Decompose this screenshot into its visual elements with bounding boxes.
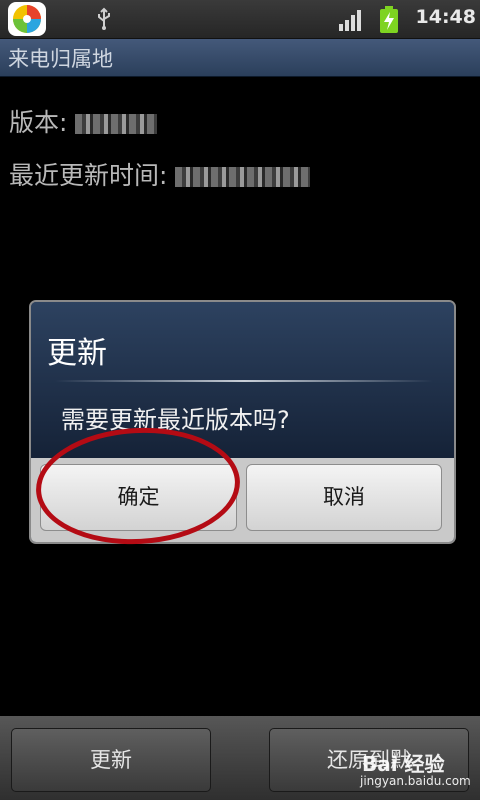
dialog-divider xyxy=(55,380,433,382)
bottom-action-bar: 更新 还原到默 xyxy=(0,716,480,800)
dialog-button-bar: 确定 取消 xyxy=(31,458,454,542)
battery-charging-icon xyxy=(378,6,400,33)
version-line: 版本: xyxy=(9,103,158,139)
app-title-bar: 来电归属地 xyxy=(0,39,480,77)
usb-icon xyxy=(92,7,116,31)
restore-default-button[interactable]: 还原到默 xyxy=(269,728,469,792)
app-title: 来电归属地 xyxy=(8,47,113,71)
colorful-app-icon[interactable] xyxy=(8,2,46,36)
signal-icon xyxy=(338,9,364,31)
update-button[interactable]: 更新 xyxy=(11,728,211,792)
confirm-button[interactable]: 确定 xyxy=(40,464,237,531)
last-update-label: 最近更新时间: xyxy=(9,161,168,190)
status-bar: 14:48 xyxy=(0,0,480,39)
dialog-header: 更新 需要更新最近版本吗? xyxy=(31,302,454,458)
last-update-value-obscured xyxy=(175,167,311,187)
version-label: 版本: xyxy=(9,108,68,137)
dialog-title: 更新 xyxy=(47,336,107,371)
status-clock: 14:48 xyxy=(415,6,476,28)
update-dialog: 更新 需要更新最近版本吗? 确定 取消 xyxy=(29,300,456,544)
last-update-line: 最近更新时间: xyxy=(9,156,311,192)
cancel-button[interactable]: 取消 xyxy=(246,464,442,531)
dialog-message: 需要更新最近版本吗? xyxy=(61,406,290,434)
version-value-obscured xyxy=(75,114,158,134)
